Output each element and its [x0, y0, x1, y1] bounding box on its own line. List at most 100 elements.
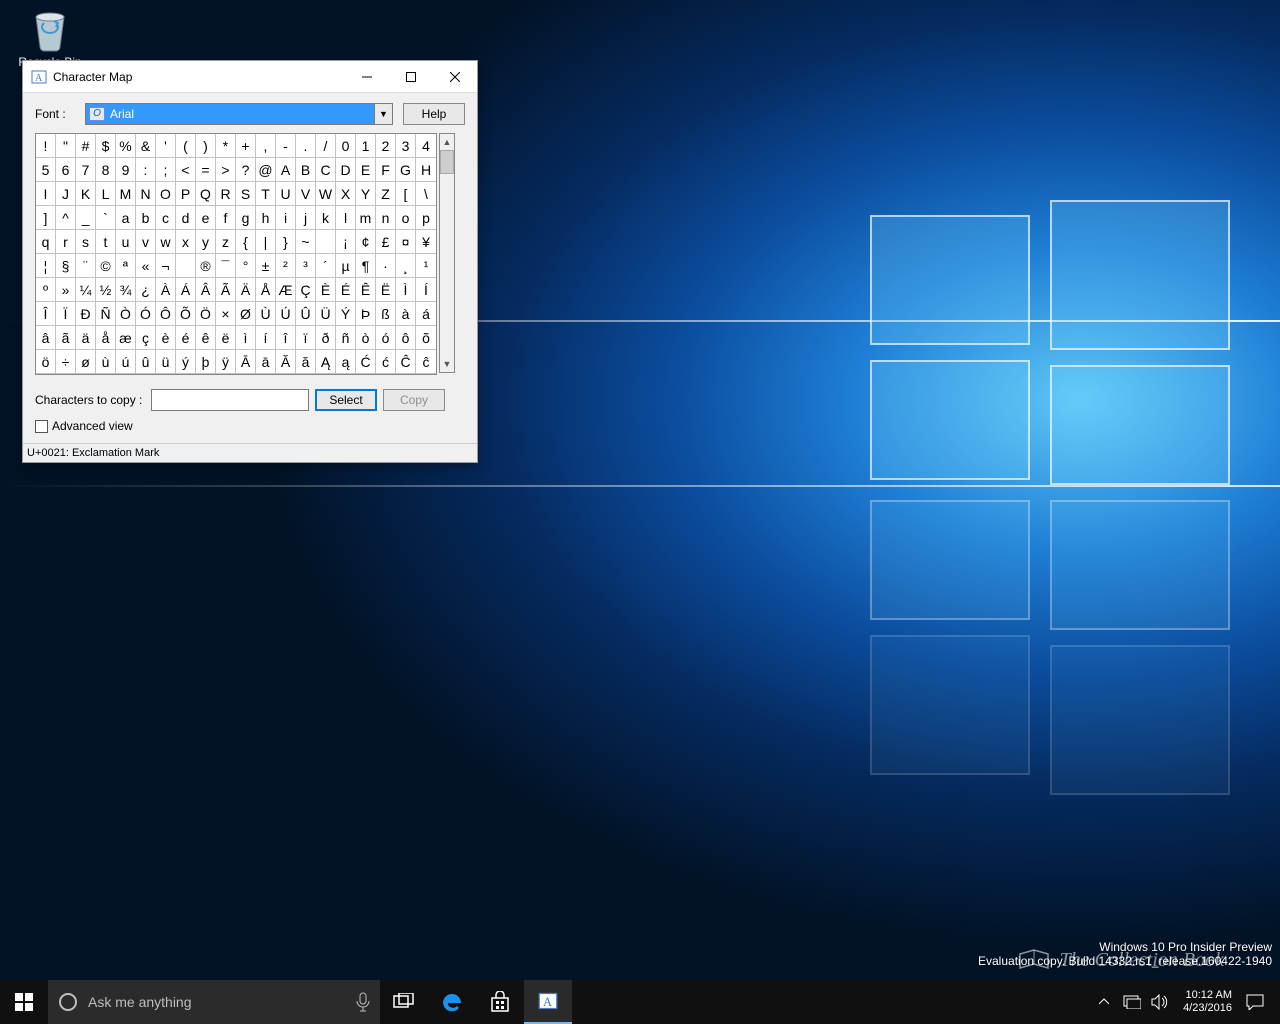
char-cell[interactable]: ć: [376, 350, 396, 374]
char-cell[interactable]: ´: [316, 254, 336, 278]
char-cell[interactable]: ¡: [336, 230, 356, 254]
char-cell[interactable]: ò: [356, 326, 376, 350]
char-cell[interactable]: Ã: [216, 278, 236, 302]
microphone-icon[interactable]: [356, 992, 370, 1012]
char-cell[interactable]: é: [176, 326, 196, 350]
char-cell[interactable]: ê: [196, 326, 216, 350]
char-cell[interactable]: 7: [76, 158, 96, 182]
char-cell[interactable]: å: [96, 326, 116, 350]
char-cell[interactable]: Ö: [196, 302, 216, 326]
char-cell[interactable]: $: [96, 134, 116, 158]
char-cell[interactable]: ü: [156, 350, 176, 374]
char-cell[interactable]: ö: [36, 350, 56, 374]
char-cell[interactable]: ý: [176, 350, 196, 374]
char-cell[interactable]: È: [316, 278, 336, 302]
advanced-view-checkbox[interactable]: [35, 420, 48, 433]
char-cell[interactable]: ã: [56, 326, 76, 350]
char-cell[interactable]: (: [176, 134, 196, 158]
char-cell[interactable]: G: [396, 158, 416, 182]
char-cell[interactable]: v: [136, 230, 156, 254]
char-cell[interactable]: b: [136, 206, 156, 230]
char-cell[interactable]: Å: [256, 278, 276, 302]
char-cell[interactable]: >: [216, 158, 236, 182]
char-cell[interactable]: j: [296, 206, 316, 230]
char-cell[interactable]: !: [36, 134, 56, 158]
char-cell[interactable]: F: [376, 158, 396, 182]
maximize-button[interactable]: [389, 61, 433, 93]
char-cell[interactable]: ë: [216, 326, 236, 350]
search-box[interactable]: Ask me anything: [48, 980, 380, 1024]
char-cell[interactable]: w: [156, 230, 176, 254]
char-cell[interactable]: Đ: [76, 302, 96, 326]
char-cell[interactable]: Ê: [356, 278, 376, 302]
char-cell[interactable]: û: [136, 350, 156, 374]
char-cell[interactable]: Ë: [376, 278, 396, 302]
char-cell[interactable]: ă: [296, 350, 316, 374]
char-cell[interactable]: ç: [136, 326, 156, 350]
char-cell[interactable]: Ñ: [96, 302, 116, 326]
char-cell[interactable]: ä: [76, 326, 96, 350]
char-cell[interactable]: ×: [216, 302, 236, 326]
char-cell[interactable]: Ó: [136, 302, 156, 326]
char-cell[interactable]: V: [296, 182, 316, 206]
font-select[interactable]: O Arial ▼: [85, 103, 393, 125]
char-cell[interactable]: î: [276, 326, 296, 350]
char-cell[interactable]: 8: [96, 158, 116, 182]
char-cell[interactable]: <: [176, 158, 196, 182]
char-cell[interactable]: Õ: [176, 302, 196, 326]
char-cell[interactable]: õ: [416, 326, 436, 350]
char-cell[interactable]: M: [116, 182, 136, 206]
char-cell[interactable]: ©: [96, 254, 116, 278]
char-cell[interactable]: ·: [376, 254, 396, 278]
character-grid[interactable]: !"#$%&'()*+,-./0123456789:;<=>?@ABCDEFGH…: [35, 133, 437, 375]
char-cell[interactable]: ÿ: [216, 350, 236, 374]
char-cell[interactable]: \: [416, 182, 436, 206]
char-cell[interactable]: Ä: [236, 278, 256, 302]
char-cell[interactable]: t: [96, 230, 116, 254]
char-cell[interactable]: ±: [256, 254, 276, 278]
char-cell[interactable]: *: [216, 134, 236, 158]
action-center-icon[interactable]: [1242, 994, 1268, 1010]
char-cell[interactable]: Â: [196, 278, 216, 302]
char-cell[interactable]: ®: [196, 254, 216, 278]
char-cell[interactable]: u: [116, 230, 136, 254]
char-cell[interactable]: l: [336, 206, 356, 230]
char-cell[interactable]: ï: [296, 326, 316, 350]
char-cell[interactable]: ĉ: [416, 350, 436, 374]
char-cell[interactable]: L: [96, 182, 116, 206]
char-cell[interactable]: ß: [376, 302, 396, 326]
char-cell[interactable]: Ĉ: [396, 350, 416, 374]
char-cell[interactable]: [316, 230, 336, 254]
char-cell[interactable]: W: [316, 182, 336, 206]
char-cell[interactable]: J: [56, 182, 76, 206]
char-cell[interactable]: ³: [296, 254, 316, 278]
char-cell[interactable]: ­: [176, 254, 196, 278]
char-cell[interactable]: 0: [336, 134, 356, 158]
char-cell[interactable]: O: [156, 182, 176, 206]
char-cell[interactable]: N: [136, 182, 156, 206]
char-cell[interactable]: a: [116, 206, 136, 230]
char-cell[interactable]: Ô: [156, 302, 176, 326]
char-cell[interactable]: Ù: [256, 302, 276, 326]
char-cell[interactable]: Y: [356, 182, 376, 206]
char-cell[interactable]: =: [196, 158, 216, 182]
scroll-down-icon[interactable]: ▼: [440, 356, 454, 372]
chevron-down-icon[interactable]: ▼: [374, 104, 392, 124]
task-view-button[interactable]: [380, 980, 428, 1024]
char-cell[interactable]: Q: [196, 182, 216, 206]
char-cell[interactable]: ą: [336, 350, 356, 374]
char-cell[interactable]: ¼: [76, 278, 96, 302]
char-cell[interactable]: è: [156, 326, 176, 350]
char-cell[interactable]: `: [96, 206, 116, 230]
char-cell[interactable]: í: [256, 326, 276, 350]
char-cell[interactable]: .: [296, 134, 316, 158]
char-cell[interactable]: Û: [296, 302, 316, 326]
char-cell[interactable]: Þ: [356, 302, 376, 326]
char-cell[interactable]: ¾: [116, 278, 136, 302]
char-cell[interactable]: g: [236, 206, 256, 230]
char-cell[interactable]: Î: [36, 302, 56, 326]
clock[interactable]: 10:12 AM 4/23/2016: [1175, 989, 1240, 1015]
char-cell[interactable]: ª: [116, 254, 136, 278]
char-cell[interactable]: Ā: [236, 350, 256, 374]
char-cell[interactable]: k: [316, 206, 336, 230]
